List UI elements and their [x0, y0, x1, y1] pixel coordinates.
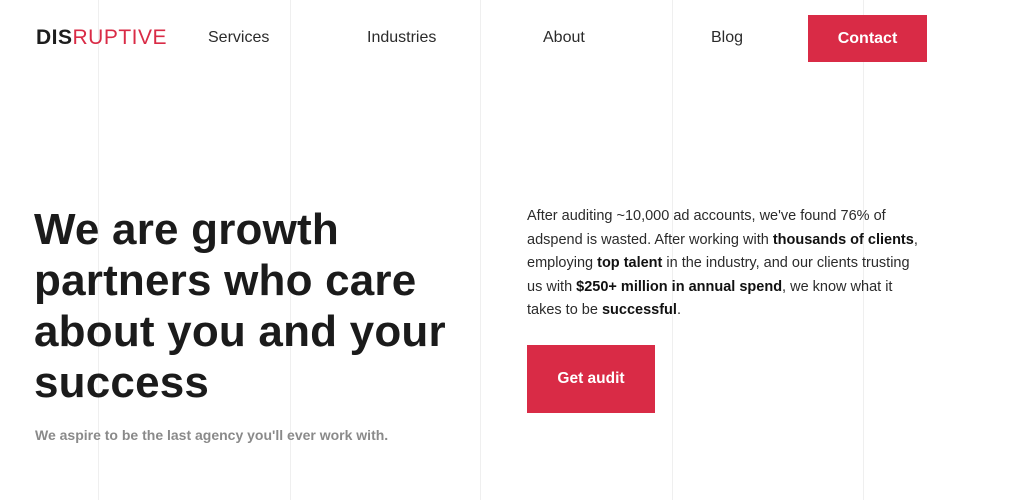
logo-part-red: RUPTIVE	[72, 26, 168, 49]
get-audit-button[interactable]: Get audit	[527, 345, 655, 413]
nav-link-services[interactable]: Services	[208, 29, 269, 47]
site-header: DISRUPTIVE Services Industries About Blo…	[0, 0, 1024, 76]
hero-highlight: thousands of clients	[772, 231, 914, 248]
hero-description: After auditing ~10,000 ad accounts, we'v…	[527, 205, 919, 323]
logo-part-dark: DIS	[36, 26, 73, 49]
hero-title: We are growth partners who care about yo…	[34, 205, 446, 407]
nav-link-industries[interactable]: Industries	[367, 29, 436, 47]
hero-highlight: successful	[601, 302, 677, 318]
hero-subtitle: We aspire to be the last agency you'll e…	[35, 427, 389, 443]
contact-button[interactable]: Contact	[808, 15, 927, 62]
nav-link-blog[interactable]: Blog	[711, 29, 743, 47]
hero-highlight: $250+ million in annual spend	[576, 278, 783, 295]
page: DISRUPTIVE Services Industries About Blo…	[0, 0, 1024, 500]
hero-text: .	[676, 302, 681, 318]
nav-link-about[interactable]: About	[543, 29, 585, 47]
brand-logo[interactable]: DISRUPTIVE	[36, 26, 167, 50]
hero-highlight: top talent	[597, 255, 663, 271]
